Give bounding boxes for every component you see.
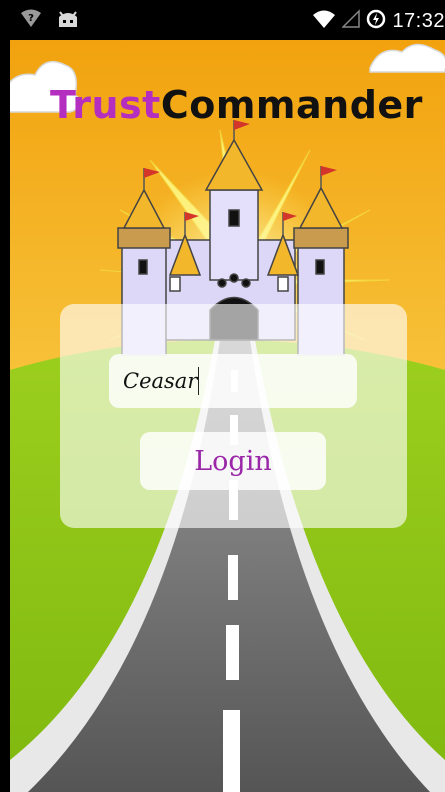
device-frame (0, 0, 10, 792)
app-title-trust: Trust (50, 83, 161, 127)
wifi-icon (312, 9, 336, 33)
text-cursor (198, 367, 200, 395)
login-card: Ceasar Login (60, 304, 407, 528)
status-bar-right: 17:32 (312, 9, 445, 33)
android-robot-icon (56, 9, 80, 33)
app-title-commander: Commander (160, 83, 423, 127)
clock: 17:32 (392, 9, 445, 32)
username-input[interactable]: Ceasar (109, 354, 357, 408)
login-button[interactable]: Login (140, 432, 326, 490)
data-saver-icon (366, 9, 386, 33)
svg-text:?: ? (28, 13, 34, 24)
app-screen: ? 17:32 TrustCommander Ceasar Login (0, 0, 445, 792)
status-bar: ? 17:32 (10, 0, 445, 40)
no-signal-icon (341, 9, 361, 33)
help-icon: ? (20, 9, 42, 33)
status-bar-left: ? (20, 9, 80, 33)
app-title: TrustCommander (50, 82, 430, 128)
username-value: Ceasar (123, 369, 198, 393)
